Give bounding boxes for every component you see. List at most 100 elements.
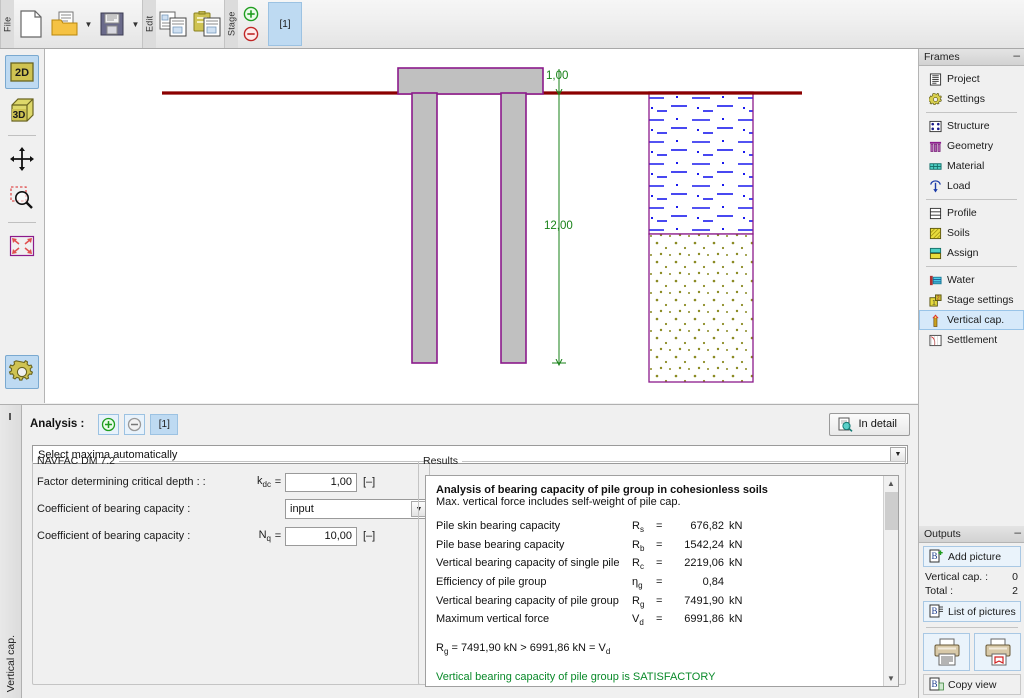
paste-icon[interactable] (190, 4, 224, 44)
result-line: Vertical bearing capacity of single pile… (436, 556, 888, 575)
open-folder-icon[interactable] (48, 4, 82, 44)
result-symbol: Rb (632, 538, 645, 553)
scroll-up-button[interactable]: ▲ (884, 476, 898, 491)
toolbar-group-stage-label: Stage (224, 0, 238, 48)
expression-body: = 7491,90 kN > 6991,86 kN = V (448, 642, 606, 655)
output-row-value: 0 (1012, 571, 1018, 583)
toolbar-group-stage: Stage [1] (224, 0, 304, 48)
copy-icon[interactable] (156, 4, 190, 44)
sidebar-item-profile[interactable]: Profile (919, 203, 1024, 223)
result-value: 7491,90 (684, 594, 724, 607)
result-line: Pile skin bearing capacity Rs = 676,82 k… (436, 519, 888, 538)
load-arrow-icon (930, 179, 941, 193)
sidebar-item-material[interactable]: Material (919, 156, 1024, 176)
analysis-stage-tab[interactable]: [1] (150, 413, 179, 435)
output-row-total: Total : 2 (919, 584, 1024, 598)
frames-minimize-button[interactable]: – (1013, 49, 1020, 63)
result-line: Efficiency of pile group ηg = 0,84 (436, 575, 888, 594)
result-unit: kN (729, 557, 743, 570)
pile-group-drawing: 1,00 12,00 (162, 67, 802, 383)
pile-cap (397, 67, 544, 95)
print-preview-button[interactable] (974, 633, 1021, 671)
toolbar-group-file-label: File (0, 0, 14, 48)
sidebar-item-assign[interactable]: Assign (919, 243, 1024, 263)
result-equals: = (656, 576, 663, 589)
result-value: 2219,06 (684, 557, 724, 570)
sidebar-item-settings[interactable]: Settings (919, 89, 1024, 109)
scroll-down-button[interactable]: ▼ (884, 671, 898, 686)
remove-stage-icon[interactable] (242, 25, 260, 43)
in-detail-label: In detail (858, 418, 897, 430)
result-symbol: Rs (632, 520, 644, 535)
toolbar-group-edit-label: Edit (142, 0, 156, 48)
sidebar-item-water[interactable]: Water (919, 270, 1024, 290)
result-unit: kN (729, 538, 743, 551)
drawing-canvas[interactable]: 1,00 12,00 (45, 49, 918, 403)
sidebar-item-soils[interactable]: Soils (919, 223, 1024, 243)
plus-icon (102, 417, 116, 431)
copy-view-button[interactable]: B Copy view (923, 674, 1021, 695)
water-icon (929, 275, 942, 285)
result-value: 676,82 (690, 520, 724, 532)
add-analysis-button[interactable] (98, 413, 120, 435)
outputs-minimize-button[interactable]: – (1014, 526, 1021, 540)
save-dropdown-icon[interactable]: ▼ (129, 4, 142, 44)
sidebar-item-label: Vertical cap. (947, 314, 1005, 326)
sidebar-item-label: Geometry (947, 140, 994, 152)
open-folder-dropdown-icon[interactable]: ▼ (82, 4, 95, 44)
sidebar-item-settlement[interactable]: Settlement (919, 330, 1024, 350)
sidebar-item-geometry[interactable]: Geometry (919, 136, 1024, 156)
list-of-pictures-button[interactable]: B List of pictures (923, 601, 1021, 622)
structure-icon (929, 120, 942, 132)
settings-button[interactable] (5, 355, 39, 389)
output-row-vertical-cap: Vertical cap. : 0 (919, 570, 1024, 584)
result-line: Pile base bearing capacity Rb = 1542,24 … (436, 538, 888, 557)
soil-layer-2 (648, 233, 754, 383)
sidebar-item-project[interactable]: Project (919, 69, 1024, 89)
minus-icon (128, 417, 142, 431)
outputs-divider (926, 627, 1018, 628)
results-textbox[interactable]: Analysis of bearing capacity of pile gro… (425, 475, 899, 687)
field-label: Factor determining critical depth : : (37, 476, 206, 488)
result-value: 0,84 (702, 576, 724, 589)
kdc-input[interactable]: 1,00 (285, 472, 357, 492)
scrollbar-thumb[interactable] (885, 492, 898, 530)
result-equals: = (656, 594, 663, 607)
stage-settings-icon: 12 (929, 293, 942, 306)
add-picture-button[interactable]: B Add picture (923, 546, 1021, 567)
field-equals: = (274, 530, 282, 542)
pan-button[interactable] (5, 142, 39, 176)
save-disk-icon[interactable] (95, 4, 129, 44)
sidebar-item-label: Settings (947, 93, 985, 105)
svg-text:B: B (932, 551, 938, 561)
zoom-fit-button[interactable] (5, 229, 39, 263)
sidebar-item-stage-settings[interactable]: 12 Stage settings (919, 290, 1024, 310)
frames-panel-title: Frames (924, 51, 960, 63)
remove-analysis-button[interactable] (124, 413, 146, 435)
list-of-pictures-icon: B (929, 604, 943, 618)
sidebar-item-load[interactable]: Load (919, 176, 1024, 196)
view-2d-button[interactable]: 2D (5, 55, 39, 89)
bearing-coefficient-value: input (290, 503, 314, 515)
gear-icon (929, 92, 942, 105)
print-document-button[interactable] (923, 633, 970, 671)
expression-sub2: d (605, 647, 611, 657)
results-heading: Analysis of bearing capacity of pile gro… (436, 484, 768, 496)
nq-input[interactable]: 10,00 (285, 526, 357, 546)
sidebar-item-vertical-cap[interactable]: Vertical cap. (919, 310, 1024, 330)
sidebar-item-label: Profile (947, 207, 977, 219)
svg-text:2: 2 (937, 295, 940, 301)
sidebar-item-label: Structure (947, 120, 990, 132)
view-3d-button[interactable]: 3D (5, 93, 39, 127)
field-unit: [–] (363, 530, 376, 542)
vertical-cap-tab[interactable]: Vertical cap. (0, 404, 22, 698)
zoom-window-button[interactable] (5, 180, 39, 214)
toolbar-divider-2 (8, 222, 36, 223)
sidebar-item-structure[interactable]: Structure (919, 116, 1024, 136)
in-detail-button[interactable]: In detail (829, 412, 910, 436)
stage-tab-1[interactable]: [1] (268, 2, 302, 46)
new-document-icon[interactable] (14, 4, 48, 44)
add-stage-icon[interactable] (242, 5, 260, 23)
bearing-coefficient-select[interactable]: input ▼ (285, 499, 429, 519)
results-scrollbar[interactable]: ▲ ▼ (883, 476, 898, 686)
